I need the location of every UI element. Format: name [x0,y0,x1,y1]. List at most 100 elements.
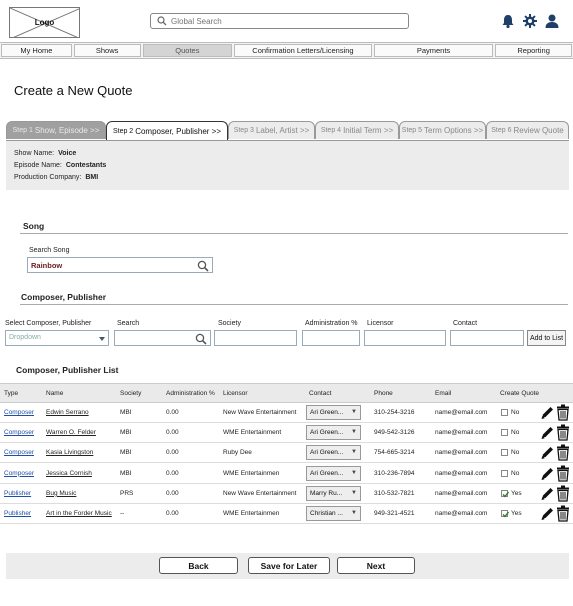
row-society: -- [120,510,125,517]
contact-field[interactable] [450,330,524,346]
row-create-quote-value: No [511,409,520,416]
add-to-list-button[interactable]: Add to List [527,330,566,346]
nav-tab-reporting[interactable]: Reporting [495,44,573,57]
row-name-link[interactable]: Jessica Cornish [46,470,92,477]
nav-tab-payments[interactable]: Payments [373,44,494,57]
row-create-quote-checkbox[interactable] [501,449,508,457]
nav-tab-my-home[interactable]: My Home [1,44,72,57]
checkmark-icon [502,511,509,518]
search-icon [157,16,167,26]
chevron-down-icon: ▼ [351,489,357,496]
composer-search-field[interactable] [114,330,211,346]
step-4-tab[interactable]: Step 4 Initial Term >> [315,121,399,139]
footer-bar: Back Save for Later Next [6,553,569,579]
edit-pencil-icon[interactable] [540,425,554,440]
step-2-tab[interactable]: Step 2 Composer, Publisher >> [106,121,228,140]
col-administration: Administration % [166,390,215,397]
society-label: Society [218,320,241,327]
row-email: name@email.com [435,449,488,457]
logo[interactable]: Logo [9,7,80,38]
row-create-quote-value: Yes [511,489,522,497]
row-create-quote-checkbox[interactable] [501,409,508,416]
page-title: Create a New Quote [14,83,133,98]
row-phone: 754-665-3214 [374,449,415,457]
row-type-link[interactable]: Composer [4,470,34,477]
settings-gear-icon[interactable] [522,13,538,29]
row-create-quote-value: No [511,429,520,437]
row-email: name@email.com [435,510,488,517]
chevron-down-icon: ▼ [351,429,357,436]
row-type-link[interactable]: Composer [4,429,34,436]
row-contact-select[interactable]: Marry Ru... ▼ [306,485,361,501]
next-button[interactable]: Next [337,557,415,574]
edit-pencil-icon[interactable] [540,466,554,481]
edit-pencil-icon[interactable] [540,486,554,501]
row-create-quote-checkbox[interactable] [501,469,508,477]
row-contact-select[interactable]: Ari Green... ▼ [306,405,361,420]
row-type-link[interactable]: Composer [4,409,34,416]
step-5-tab[interactable]: Step 5 Term Options >> [399,121,486,139]
row-contact-select[interactable]: Ari Green... ▼ [306,465,361,481]
delete-trash-icon[interactable] [556,505,570,522]
search-song-field[interactable]: Rainbow [27,257,213,273]
delete-trash-icon[interactable] [556,444,570,462]
col-contact: Contact [309,390,332,397]
row-create-quote-checkbox[interactable] [501,429,508,437]
row-administration: 0.00 [166,510,179,517]
table-row: Publisher Bug Music PRS 0.00 New Wave Entert… [0,484,573,504]
row-create-quote-checkbox[interactable] [501,489,509,498]
production-company-row: Production Company: BMI [14,174,99,181]
step-6-tab[interactable]: Step 6 Review Quote [486,121,569,139]
nav-tab-confirmation-letters[interactable]: Confirmation Letters/Licensing [234,44,372,57]
select-composer-label: Select Composer, Publisher [5,320,92,327]
select-composer-dropdown[interactable]: Dropdown [5,330,109,346]
step-1-tab[interactable]: Step 1 Show, Episode >> [6,121,106,139]
administration-field[interactable] [302,330,360,346]
row-administration: 0.00 [166,429,179,437]
row-administration: 0.00 [166,409,179,416]
row-contact-select[interactable]: Christian ... ▼ [306,506,361,521]
row-society: MBI [120,409,132,416]
nav-tab-quotes[interactable]: Quotes [142,44,233,57]
user-profile-icon[interactable] [544,13,560,29]
chevron-down-icon: ▼ [351,469,357,476]
row-create-quote-checkbox[interactable] [501,510,509,518]
edit-pencil-icon[interactable] [540,405,554,420]
row-type-link[interactable]: Composer [4,449,34,456]
notifications-bell-icon[interactable] [500,13,516,29]
row-name-link[interactable]: Art in the Forder Music [46,510,112,517]
row-society: MBI [120,469,132,477]
row-name-link[interactable]: Bug Music [46,490,76,497]
row-name-link[interactable]: Edwin Serrano [46,409,89,416]
delete-trash-icon[interactable] [556,485,570,502]
global-search-box[interactable] [150,13,409,29]
row-type-link[interactable]: Publisher [4,490,31,497]
row-type-link[interactable]: Publisher [4,510,31,517]
row-contact-select[interactable]: Ari Green... ▼ [306,445,361,461]
back-button[interactable]: Back [159,557,238,574]
society-field[interactable] [214,330,297,346]
row-name-link[interactable]: Kasia Livingston [46,449,93,456]
delete-trash-icon[interactable] [556,465,570,482]
main-nav: My Home Shows Quotes Confirmation Letter… [0,42,573,59]
row-contact-select[interactable]: Ari Green... ▼ [306,425,361,441]
save-for-later-button[interactable]: Save for Later [248,557,330,574]
logo-text: Logo [34,18,55,27]
delete-trash-icon[interactable] [556,404,570,421]
row-administration: 0.00 [166,449,179,457]
row-society: MBI [120,449,132,457]
licensor-field[interactable] [364,330,446,346]
search-icon[interactable] [195,333,207,345]
delete-trash-icon[interactable] [556,424,570,441]
nav-tab-shows[interactable]: Shows [73,44,141,57]
edit-pencil-icon[interactable] [540,445,554,460]
step-3-tab[interactable]: Step 3 Label, Artist >> [228,121,315,139]
row-create-quote-value: No [511,449,520,457]
row-name-link[interactable]: Warren O. Felder [46,429,96,436]
list-table-header: Type Name Society Administration % Licen… [0,383,573,403]
global-search-input[interactable] [171,15,401,27]
edit-pencil-icon[interactable] [540,506,554,521]
search-icon[interactable] [197,260,209,272]
composer-divider [20,304,568,305]
chevron-down-icon: ▼ [351,449,357,456]
